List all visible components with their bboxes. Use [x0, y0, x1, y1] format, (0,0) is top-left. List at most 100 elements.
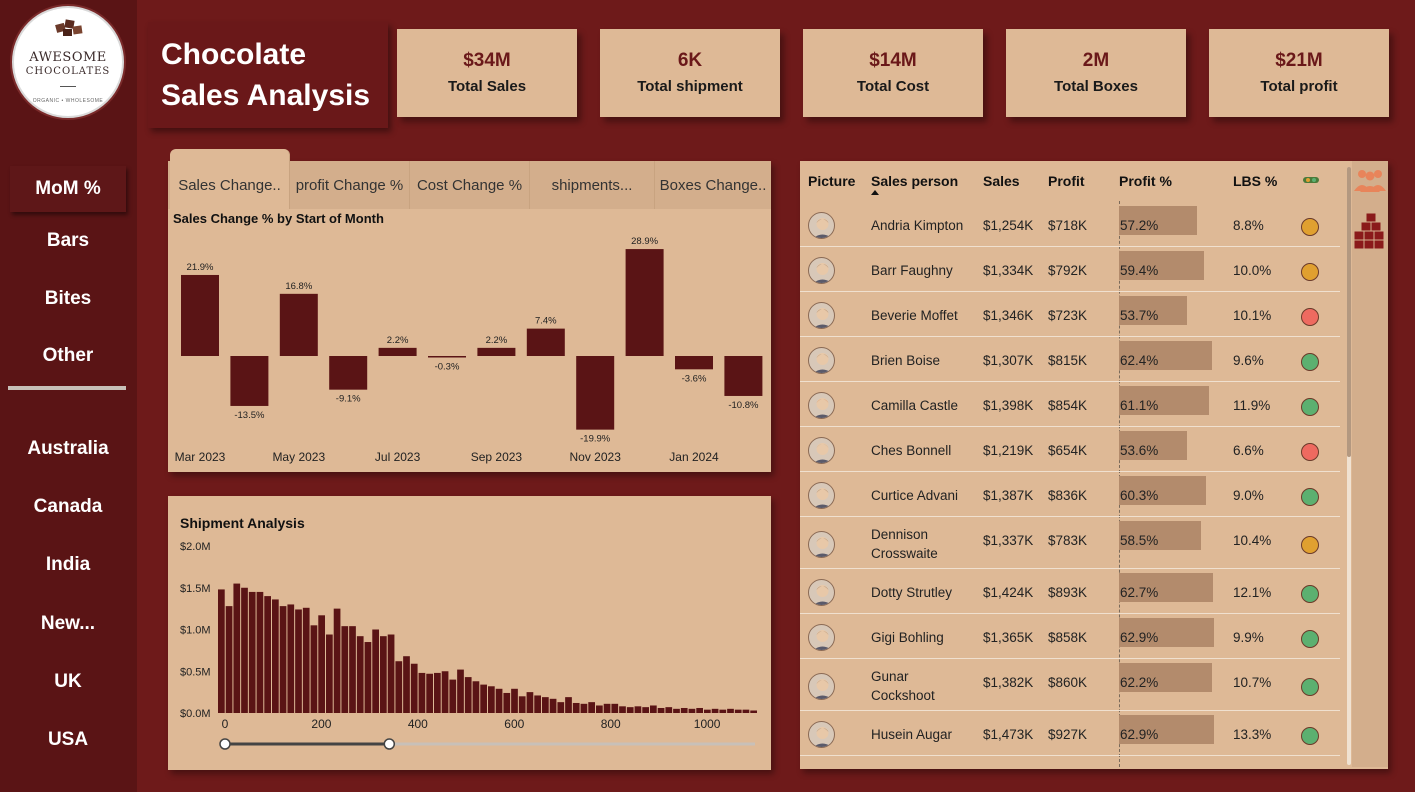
- avatar: [808, 721, 835, 748]
- sales-change-data-label: -3.6%: [682, 373, 707, 384]
- shipment-bar: [704, 709, 711, 713]
- lbs-percent-value: 10.7%: [1233, 675, 1272, 690]
- people-icon[interactable]: [1352, 167, 1388, 193]
- sales-person-name: Dotty Strutley: [871, 583, 952, 602]
- shipment-bar: [650, 705, 657, 713]
- sales-value: $1,334K: [983, 263, 1034, 278]
- table-row[interactable]: Gunar Cockshoot $1,382K $860K 62.2% 10.7%: [800, 659, 1340, 711]
- table-row[interactable]: Brien Boise $1,307K $815K 62.4% 9.6%: [800, 337, 1340, 382]
- shipment-bar: [364, 642, 372, 713]
- avatar: [808, 212, 835, 239]
- company-logo: AWESOME CHOCOLATES ORGANIC • WHOLESOME: [12, 6, 124, 118]
- sales-value: $1,254K: [983, 218, 1034, 233]
- logo-divider: [60, 86, 76, 87]
- shipment-bar: [326, 634, 333, 713]
- sales-change-bar: [724, 356, 763, 396]
- avatar: [808, 672, 835, 700]
- lbs-percent-value: 13.3%: [1233, 727, 1272, 742]
- profit-percent-value: 62.4%: [1120, 353, 1159, 368]
- shipment-bar: [403, 656, 410, 713]
- profit-percent-value: 60.3%: [1120, 488, 1159, 503]
- name-line: Cockshoot: [871, 688, 935, 703]
- nav-other[interactable]: Other: [10, 333, 126, 379]
- shipment-bar: [642, 707, 649, 713]
- shipment-bar: [464, 677, 472, 713]
- name-line: Camilla Castle: [871, 398, 959, 413]
- shipment-bar: [626, 707, 634, 713]
- table-scrollbar-thumb[interactable]: [1347, 167, 1351, 457]
- country-usa[interactable]: USA: [10, 717, 126, 763]
- sales-change-bar: [230, 356, 269, 406]
- table-row[interactable]: Barr Faughny $1,334K $792K 59.4% 10.0%: [800, 247, 1340, 292]
- sales-person-table: Picture Sales person Sales Profit Profit…: [800, 161, 1388, 769]
- table-row[interactable]: Husein Augar $1,473K $927K 62.9% 13.3%: [800, 711, 1340, 756]
- name-line: Brien Boise: [871, 353, 941, 368]
- sales-value: $1,346K: [983, 308, 1034, 323]
- header-sales-person[interactable]: Sales person: [871, 161, 958, 201]
- table-row[interactable]: Ches Bonnell $1,219K $654K 53.6% 6.6%: [800, 427, 1340, 472]
- nav-mom-percent[interactable]: MoM %: [10, 166, 126, 212]
- chocolate-icon: [55, 19, 83, 36]
- sales-change-data-label: 16.8%: [285, 281, 312, 292]
- status-indicator: [1301, 584, 1319, 603]
- country-canada[interactable]: Canada: [10, 484, 126, 530]
- kpi-value: 6K: [677, 50, 703, 71]
- sales-value: $1,382K: [983, 675, 1034, 690]
- status-indicator: [1301, 536, 1319, 554]
- slider-handle-min[interactable]: [219, 738, 231, 750]
- table-row[interactable]: Dotty Strutley $1,424K $893K 62.7% 12.1%: [800, 569, 1340, 614]
- lbs-percent-value: 10.0%: [1233, 263, 1272, 278]
- sales-change-bar: [181, 274, 219, 356]
- sales-value: $1,473K: [983, 727, 1034, 742]
- sales-change-x-tick: May 2023: [272, 450, 325, 464]
- shipment-bar: [279, 606, 287, 713]
- sales-change-x-tick: Nov 2023: [570, 450, 622, 464]
- header-profit[interactable]: Profit: [1048, 161, 1085, 201]
- shipment-bar: [302, 607, 310, 713]
- shipment-bar: [287, 604, 295, 713]
- shipment-bar: [488, 686, 495, 713]
- name-line: Ches Bonnell: [871, 443, 952, 458]
- status-indicator: [1301, 307, 1319, 326]
- lbs-percent-value: 9.0%: [1233, 488, 1264, 503]
- table-row[interactable]: Camilla Castle $1,398K $854K 61.1% 11.9%: [800, 382, 1340, 427]
- avatar: [808, 257, 835, 284]
- shipment-bar: [495, 688, 503, 713]
- shipment-bar: [225, 606, 233, 713]
- shipment-bar: [727, 708, 734, 713]
- header-sales[interactable]: Sales: [983, 161, 1020, 201]
- table-row[interactable]: Gigi Bohling $1,365K $858K 62.9% 9.9%: [800, 614, 1340, 659]
- name-line: Andria Kimpton: [871, 218, 964, 233]
- page-title: Chocolate Sales Analysis: [161, 34, 370, 116]
- nav-bars[interactable]: Bars: [10, 218, 126, 264]
- sales-change-bar: [576, 356, 615, 430]
- shipment-bar: [356, 636, 364, 713]
- shipment-bar: [526, 692, 534, 713]
- slider-handle-max[interactable]: [383, 738, 396, 750]
- shipment-x-tick: 1000: [694, 717, 721, 731]
- profit-percent-value: 62.7%: [1120, 585, 1159, 600]
- status-indicator: [1301, 397, 1319, 416]
- country-australia[interactable]: Australia: [10, 426, 126, 472]
- kpi-total-shipment: 6K Total shipment: [600, 29, 780, 117]
- table-row[interactable]: Andria Kimpton $1,254K $718K 57.2% 8.8%: [800, 202, 1340, 247]
- profit-value: $718K: [1048, 218, 1088, 233]
- header-profit-percent[interactable]: Profit %: [1119, 161, 1172, 201]
- table-row[interactable]: Beverie Moffet $1,346K $723K 53.7% 10.1%: [800, 292, 1340, 337]
- shipment-bar: [719, 709, 727, 713]
- nav-bites[interactable]: Bites: [10, 276, 126, 322]
- country-india[interactable]: India: [10, 542, 126, 588]
- header-lbs-percent[interactable]: LBS %: [1233, 161, 1277, 201]
- name-line: Dotty Strutley: [871, 585, 953, 600]
- status-indicator: [1301, 262, 1319, 281]
- sales-change-x-tick: Sep 2023: [471, 450, 523, 464]
- country-uk[interactable]: UK: [10, 659, 126, 705]
- table-row[interactable]: Curtice Advani $1,387K $836K 60.3% 9.0%: [800, 472, 1340, 517]
- shipment-bar: [272, 599, 279, 713]
- country-new-zealand[interactable]: New...: [10, 601, 126, 647]
- table-row[interactable]: Dennison Crosswaite $1,337K $783K 58.5% 10.4%: [800, 517, 1340, 569]
- logo-title: AWESOME: [29, 50, 107, 65]
- kpi-label: Total shipment: [637, 78, 743, 95]
- boxes-icon[interactable]: [1352, 211, 1388, 251]
- sales-change-chart: 21.9% -13.5% 16.8% -9.1% 2.2% -0.3% 2.2% 7.4% -1…: [175, 236, 763, 464]
